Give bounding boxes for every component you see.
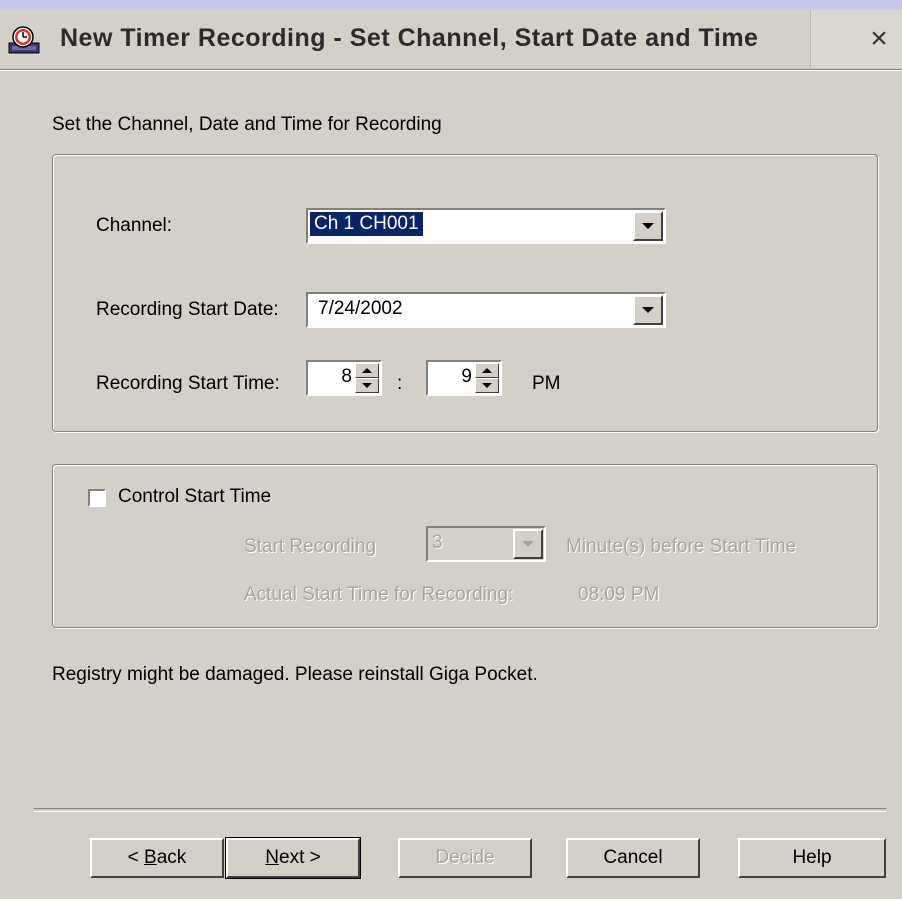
cancel-button[interactable]: Cancel: [566, 838, 700, 878]
actual-start-value: 08:09 PM: [578, 584, 660, 605]
title-separator: [0, 69, 902, 70]
window-top-strip: [0, 0, 902, 10]
spin-down-icon[interactable]: [355, 378, 379, 393]
start-recording-label: Start Recording: [244, 536, 377, 557]
time-colon: :: [397, 373, 403, 394]
spin-updown-icon[interactable]: [355, 363, 379, 393]
back-prefix: <: [127, 847, 145, 868]
channel-label: Channel:: [96, 215, 173, 236]
control-start-checkbox[interactable]: [88, 489, 106, 507]
next-button[interactable]: Next >: [225, 837, 361, 879]
date-label: Recording Start Date:: [96, 299, 279, 320]
close-icon: ×: [870, 22, 888, 55]
date-value: 7/24/2002: [318, 298, 403, 319]
control-start-label[interactable]: Control Start Time: [118, 486, 271, 508]
next-rest: ext >: [279, 847, 321, 868]
ampm-label: PM: [532, 373, 561, 394]
window-title: New Timer Recording - Set Channel, Start…: [60, 24, 759, 52]
back-rest: ack: [156, 847, 187, 868]
instructions-text: Set the Channel, Date and Time for Recor…: [52, 114, 442, 135]
status-message: Registry might be damaged. Please reinst…: [52, 664, 538, 685]
minute-value: 9: [461, 366, 472, 387]
minutes-value: 3: [432, 532, 443, 553]
time-label: Recording Start Time:: [96, 373, 280, 394]
hour-value: 8: [341, 366, 352, 387]
chevron-down-icon[interactable]: [633, 211, 663, 241]
date-dropdown[interactable]: 7/24/2002: [306, 292, 666, 328]
spin-down-icon[interactable]: [475, 378, 499, 393]
chevron-down-icon[interactable]: [633, 295, 663, 325]
actual-start-label: Actual Start Time for Recording:: [244, 584, 514, 605]
spin-up-icon[interactable]: [475, 363, 499, 378]
channel-dropdown[interactable]: Ch 1 CH001: [306, 208, 666, 244]
decide-button[interactable]: Decide: [398, 838, 532, 878]
chevron-down-icon[interactable]: [513, 529, 543, 559]
back-accel: B: [144, 847, 157, 868]
spin-up-icon[interactable]: [355, 363, 379, 378]
next-accel: N: [265, 847, 279, 868]
channel-value: Ch 1 CH001: [310, 212, 423, 236]
clock-record-icon: [8, 26, 40, 54]
footer-divider: [34, 808, 886, 812]
minute-spinner[interactable]: 9: [426, 360, 502, 396]
back-button[interactable]: < Back: [90, 838, 224, 878]
close-button[interactable]: ×: [810, 10, 902, 68]
title-bar: New Timer Recording - Set Channel, Start…: [0, 10, 902, 71]
minutes-suffix-label: Minute(s) before Start Time: [566, 536, 797, 557]
spin-updown-icon[interactable]: [475, 363, 499, 393]
minutes-dropdown[interactable]: 3: [426, 526, 546, 562]
hour-spinner[interactable]: 8: [306, 360, 382, 396]
help-button[interactable]: Help: [738, 838, 886, 878]
